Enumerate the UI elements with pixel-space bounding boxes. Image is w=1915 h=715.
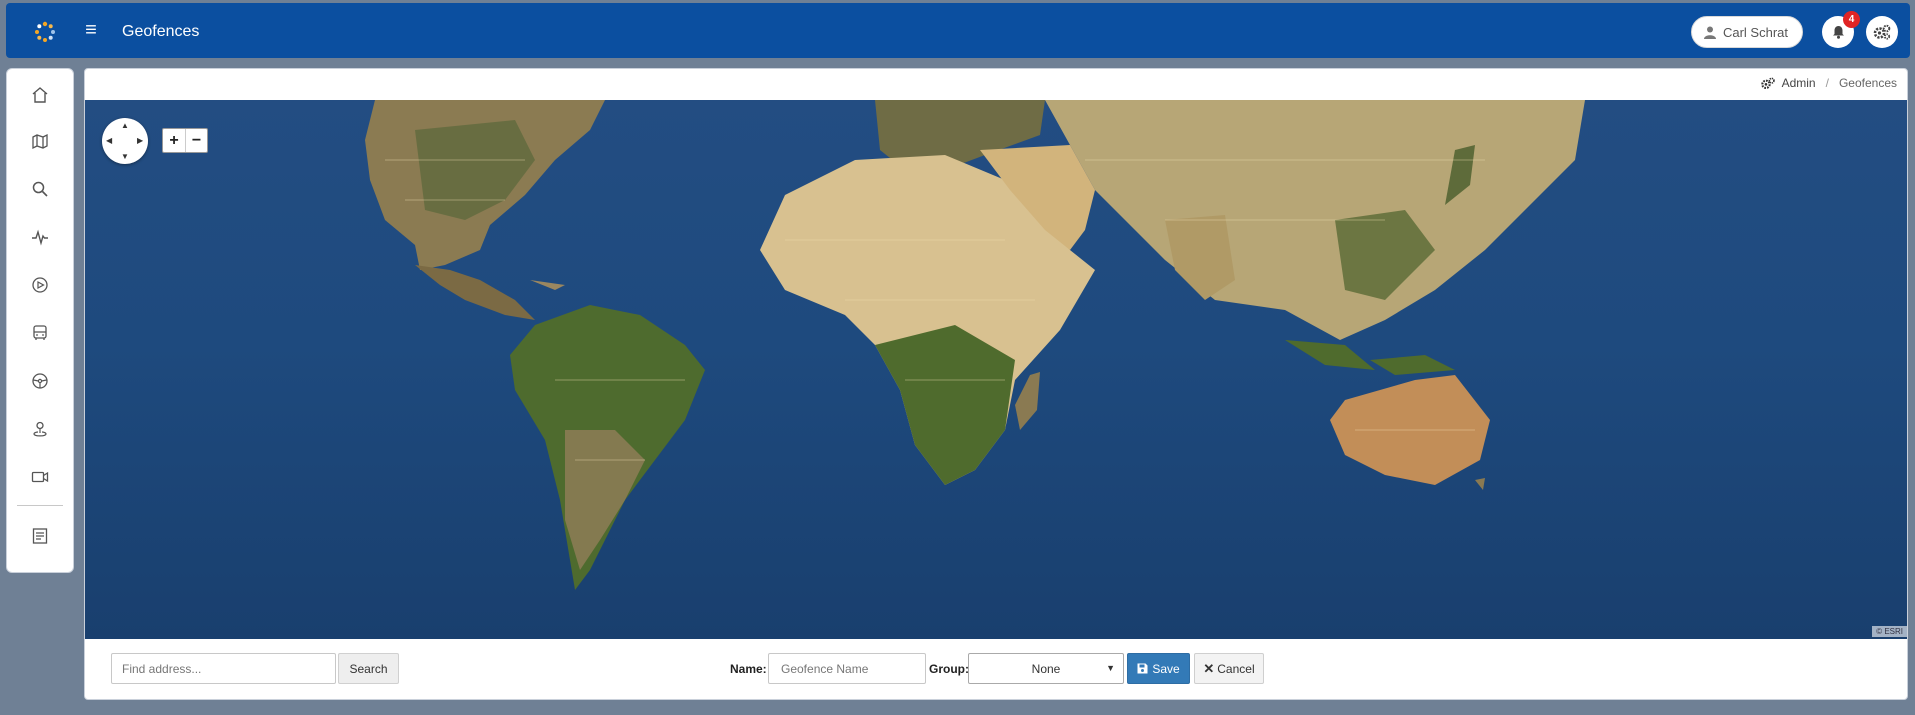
gears-icon bbox=[1760, 77, 1775, 89]
satellite-map[interactable]: ▲ ▼ ◀ ▶ + − © ESRI bbox=[85, 100, 1907, 639]
main-panel: Admin / Geofences ▲ ▼ ◀ ▶ + − © ESRI Fin… bbox=[84, 68, 1908, 700]
group-selected-value: None bbox=[1031, 661, 1061, 676]
zoom-out-button[interactable]: − bbox=[185, 129, 207, 152]
sidebar-item-home[interactable] bbox=[7, 78, 73, 112]
app-logo[interactable] bbox=[34, 21, 56, 43]
sidebar-divider bbox=[17, 505, 63, 506]
zoom-control: + − bbox=[162, 128, 208, 153]
search-icon bbox=[32, 181, 48, 197]
save-button[interactable]: Save bbox=[1127, 653, 1190, 684]
map-icon bbox=[32, 133, 48, 150]
sidebar-nav bbox=[6, 68, 74, 573]
world-map-imagery bbox=[365, 100, 1585, 590]
close-icon: ✕ bbox=[1203, 660, 1215, 676]
sidebar-item-reports[interactable] bbox=[7, 519, 73, 553]
sidebar-item-video[interactable] bbox=[7, 460, 73, 494]
home-icon bbox=[32, 87, 48, 103]
steering-wheel-icon bbox=[32, 373, 48, 389]
sidebar-item-drivers[interactable] bbox=[7, 364, 73, 398]
pan-down-icon[interactable]: ▼ bbox=[121, 152, 129, 161]
top-bar: ≡ Geofences Carl Schrat 4 bbox=[6, 3, 1910, 58]
search-button[interactable]: Search bbox=[338, 653, 399, 684]
map-attribution: © ESRI bbox=[1872, 626, 1907, 637]
name-label: Name: bbox=[730, 662, 767, 676]
sidebar-item-search[interactable] bbox=[7, 172, 73, 206]
save-label: Save bbox=[1152, 661, 1180, 676]
bell-icon bbox=[1832, 26, 1844, 39]
pan-up-icon[interactable]: ▲ bbox=[121, 121, 129, 130]
geofence-name-input[interactable] bbox=[768, 653, 926, 684]
cancel-label: Cancel bbox=[1217, 661, 1255, 676]
floppy-disk-icon bbox=[1137, 663, 1148, 674]
video-camera-icon bbox=[31, 471, 49, 483]
pan-left-icon[interactable]: ◀ bbox=[106, 136, 112, 145]
sidebar-item-map[interactable] bbox=[7, 124, 73, 158]
breadcrumb-current: Geofences bbox=[1838, 76, 1897, 90]
notifications-button[interactable]: 4 bbox=[1822, 11, 1860, 48]
group-label: Group: bbox=[929, 662, 969, 676]
user-name: Carl Schrat bbox=[1722, 24, 1788, 40]
page-title: Geofences bbox=[122, 23, 200, 40]
zoom-in-button[interactable]: + bbox=[163, 129, 185, 152]
sidebar-item-geofences[interactable] bbox=[7, 412, 73, 446]
pan-control[interactable]: ▲ ▼ ◀ ▶ bbox=[102, 118, 148, 164]
sidebar-item-vehicles[interactable] bbox=[7, 316, 73, 350]
sidebar-item-activity[interactable] bbox=[7, 220, 73, 254]
settings-button[interactable] bbox=[1866, 16, 1898, 48]
geofence-form: Search Name: Group: None ▼ Save ✕ Cancel bbox=[85, 639, 1907, 699]
notification-badge: 4 bbox=[1843, 11, 1860, 28]
pan-right-icon[interactable]: ▶ bbox=[137, 136, 143, 145]
breadcrumb: Admin / Geofences bbox=[1760, 76, 1897, 90]
gears-icon bbox=[1873, 24, 1891, 40]
sidebar-item-playback[interactable] bbox=[7, 268, 73, 302]
report-icon bbox=[32, 528, 48, 544]
group-select[interactable]: None ▼ bbox=[968, 653, 1124, 684]
user-icon bbox=[1703, 26, 1716, 39]
cancel-button[interactable]: ✕ Cancel bbox=[1194, 653, 1264, 684]
breadcrumb-separator: / bbox=[1825, 76, 1829, 90]
find-address-input[interactable] bbox=[111, 653, 336, 684]
caret-down-icon: ▼ bbox=[1106, 663, 1115, 673]
bus-icon bbox=[33, 325, 47, 340]
pulse-icon bbox=[32, 229, 48, 246]
user-menu-button[interactable]: Carl Schrat bbox=[1690, 16, 1803, 48]
breadcrumb-admin-link[interactable]: Admin bbox=[1782, 76, 1816, 90]
location-pin-icon bbox=[33, 421, 47, 437]
hamburger-menu-icon[interactable]: ≡ bbox=[80, 19, 102, 41]
play-icon bbox=[32, 277, 48, 293]
